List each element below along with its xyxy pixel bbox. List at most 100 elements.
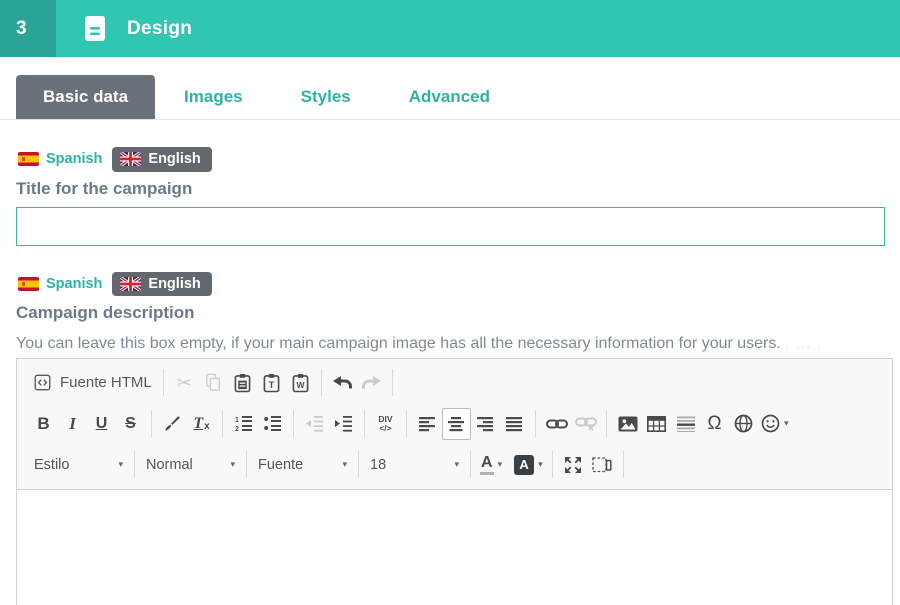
language-label: Spanish <box>46 275 103 292</box>
align-center-icon <box>448 416 465 432</box>
tab-advanced[interactable]: Advanced <box>380 75 519 119</box>
style-dropdown[interactable]: Estilo ▾ <box>29 449 128 481</box>
tab-styles[interactable]: Styles <box>272 75 380 119</box>
text-color-button[interactable]: A ▾ <box>477 449 505 481</box>
svg-text:W: W <box>296 380 305 390</box>
underline-button[interactable]: U <box>87 408 116 440</box>
toolbar-separator <box>622 451 624 478</box>
align-right-icon <box>477 416 494 432</box>
globe-icon <box>734 414 753 433</box>
title-field-label: Title for the campaign <box>16 178 193 198</box>
font-dropdown-value: Fuente <box>258 456 304 473</box>
toolbar-separator <box>470 451 471 478</box>
numbered-list-icon: 1 2 <box>234 415 253 432</box>
smiley-button[interactable]: ▾ <box>758 408 792 440</box>
step-title: Design <box>127 17 193 39</box>
step-header[interactable]: 3 Design <box>0 0 900 57</box>
horizontal-rule-icon <box>676 416 695 432</box>
description-help-text: You can leave this box empty, if your ma… <box>16 335 823 352</box>
numbered-list-button[interactable]: 1 2 <box>229 408 258 440</box>
insert-table-button[interactable] <box>642 408 671 440</box>
paste-button[interactable] <box>228 367 257 399</box>
link-icon <box>545 418 568 430</box>
font-size-dropdown[interactable]: 18 ▾ <box>365 449 464 481</box>
indent-button[interactable] <box>329 408 358 440</box>
toolbar-separator <box>535 410 536 437</box>
horizontal-rule-button[interactable] <box>671 408 700 440</box>
undo-arrow-icon <box>332 375 353 391</box>
cut-button[interactable]: ✂ <box>170 367 199 399</box>
toolbar-separator <box>222 410 223 437</box>
bold-button[interactable]: B <box>29 408 58 440</box>
language-option-spanish[interactable]: Spanish <box>16 273 104 296</box>
strikethrough-button[interactable]: S <box>116 408 145 440</box>
copy-formatting-button[interactable] <box>158 408 187 440</box>
language-label: English <box>148 151 201 167</box>
justify-icon <box>506 416 523 432</box>
omega-icon: Ω <box>707 413 722 434</box>
language-option-english[interactable]: English <box>112 147 212 172</box>
copy-button[interactable] <box>199 367 228 399</box>
paste-from-word-button[interactable]: W <box>286 367 315 399</box>
tab-images[interactable]: Images <box>155 75 272 119</box>
copy-icon <box>204 373 222 392</box>
background-color-button[interactable]: A ▾ <box>511 449 546 481</box>
language-label: Spanish <box>46 151 103 167</box>
step-number: 3 <box>0 0 56 57</box>
campaign-title-input[interactable] <box>16 206 885 246</box>
outdent-button[interactable] <box>300 408 329 440</box>
redo-button[interactable] <box>357 367 386 399</box>
show-blocks-button[interactable] <box>588 449 617 481</box>
source-html-button[interactable]: Fuente HTML <box>29 367 157 399</box>
insert-image-button[interactable] <box>613 408 642 440</box>
language-option-spanish[interactable]: Spanish <box>16 148 104 171</box>
document-icon <box>84 15 106 42</box>
truncated-text-fragment: . ... . <box>785 337 823 351</box>
remove-format-x: x <box>204 421 210 432</box>
font-size-value: 18 <box>370 456 387 473</box>
toolbar-separator <box>293 410 294 437</box>
bulleted-list-icon <box>263 415 282 432</box>
smiley-icon <box>761 414 780 433</box>
undo-button[interactable] <box>328 367 357 399</box>
link-button[interactable] <box>542 408 571 440</box>
remove-format-button[interactable]: Tx <box>187 408 216 440</box>
outdent-icon <box>305 415 324 432</box>
chevron-down-icon: ▾ <box>454 459 459 469</box>
source-html-label: Fuente HTML <box>60 374 152 391</box>
language-option-english[interactable]: English <box>112 271 212 296</box>
paste-as-text-button[interactable]: T <box>257 367 286 399</box>
chevron-down-icon: ▾ <box>784 418 789 428</box>
underline-icon: U <box>95 414 108 432</box>
align-left-button[interactable] <box>413 408 442 440</box>
text-color-icon: A <box>480 454 494 475</box>
create-div-button[interactable]: DIV </> <box>371 408 400 440</box>
toolbar-row-1: Fuente HTML ✂ T W <box>29 362 880 403</box>
paragraph-format-dropdown[interactable]: Normal ▾ <box>141 449 240 481</box>
align-center-button[interactable] <box>442 407 471 440</box>
unlink-button[interactable] <box>571 408 600 440</box>
font-dropdown[interactable]: Fuente ▾ <box>253 449 352 481</box>
title-language-switcher: Spanish English <box>16 147 900 172</box>
bulleted-list-button[interactable] <box>258 408 287 440</box>
editor-content-area[interactable] <box>17 490 892 605</box>
toolbar-separator <box>391 369 393 396</box>
toolbar-separator <box>151 410 152 437</box>
maximize-icon <box>564 456 582 474</box>
description-field-label: Campaign description <box>16 303 195 322</box>
toolbar-row-2: B I U S Tx 1 2 DIV </> Ω ▾ <box>29 403 880 444</box>
svg-text:T: T <box>268 380 274 391</box>
iframe-button[interactable] <box>729 408 758 440</box>
show-blocks-icon <box>592 456 612 473</box>
tab-basic-data[interactable]: Basic data <box>16 75 156 119</box>
maximize-button[interactable] <box>559 449 588 481</box>
strikethrough-icon: S <box>125 414 136 432</box>
language-label: English <box>148 275 201 292</box>
format-dropdown-value: Normal <box>146 456 193 473</box>
align-right-button[interactable] <box>471 408 500 440</box>
paste-text-icon: T <box>263 373 280 393</box>
svg-text:1: 1 <box>235 417 239 424</box>
italic-button[interactable]: I <box>58 408 87 440</box>
special-char-button[interactable]: Ω <box>700 408 729 440</box>
justify-button[interactable] <box>500 408 529 440</box>
